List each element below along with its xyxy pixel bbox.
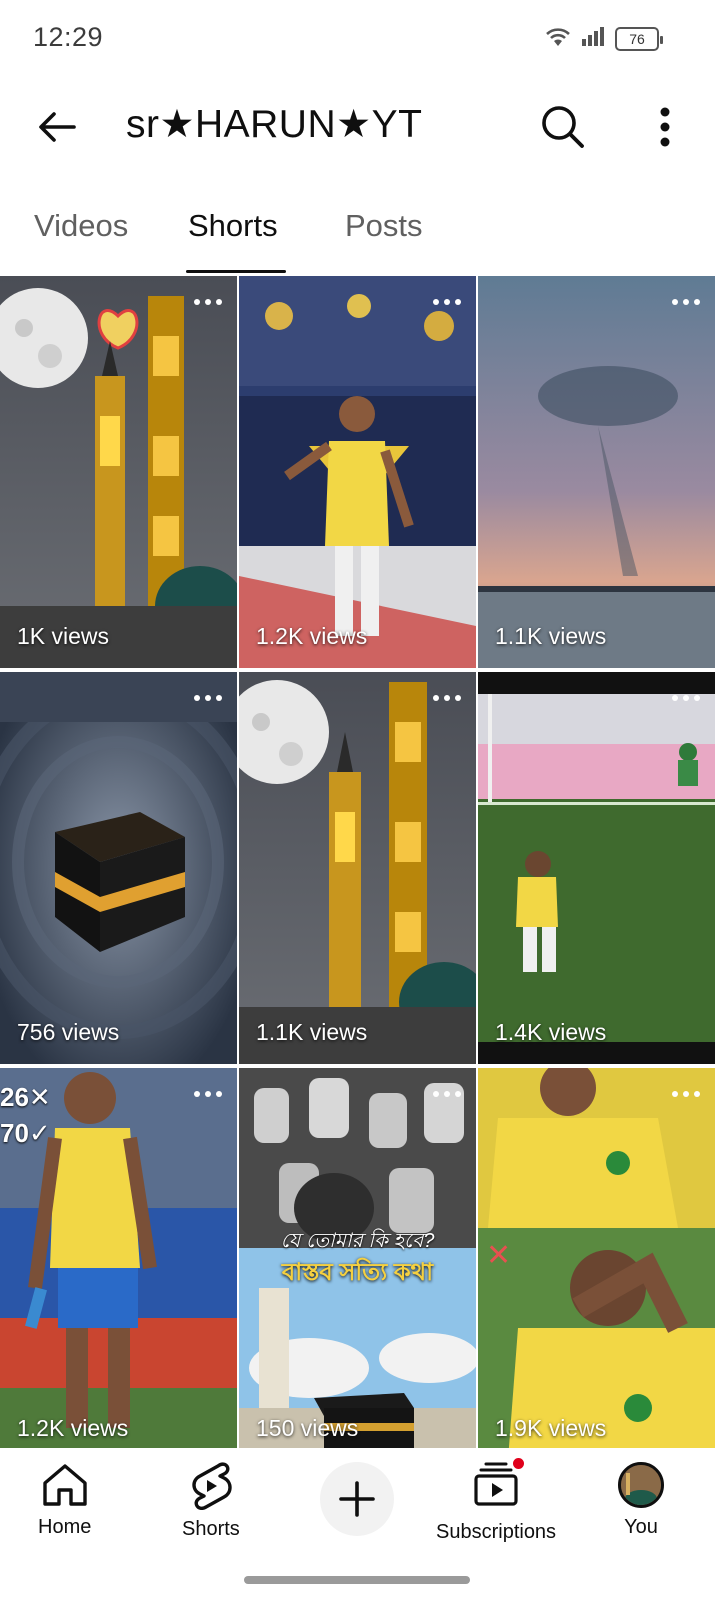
more-horizontal-icon[interactable] [430, 688, 464, 708]
view-count: 1K views [17, 623, 110, 649]
short-thumbnail[interactable]: 1.4K views [478, 672, 715, 1064]
view-count: 1.9K views [495, 1415, 607, 1441]
more-horizontal-icon[interactable] [669, 688, 703, 708]
nav-label: Shorts [182, 1518, 240, 1540]
close-icon: ✕ [486, 1239, 512, 1272]
wifi-icon [543, 24, 573, 53]
nav-label: Home [38, 1516, 92, 1538]
thumbnail-image [0, 276, 237, 668]
status-bar: 12:29 76 [0, 0, 715, 76]
avatar [618, 1462, 664, 1508]
thumbnail-image [239, 276, 476, 668]
create-button[interactable] [320, 1462, 394, 1536]
more-horizontal-icon[interactable] [191, 1084, 225, 1104]
nav-label: Subscriptions [436, 1521, 557, 1543]
more-options-button[interactable] [648, 104, 682, 150]
short-thumbnail[interactable]: 1.1K views [478, 276, 715, 668]
status-time: 12:29 [33, 22, 104, 52]
more-horizontal-icon[interactable] [430, 1084, 464, 1104]
battery-icon: 76 [615, 26, 663, 51]
battery-level: 76 [629, 30, 645, 47]
more-vertical-icon [660, 107, 670, 147]
thumbnail-image [478, 1068, 715, 1460]
more-horizontal-icon[interactable] [669, 292, 703, 312]
more-horizontal-icon[interactable] [669, 1084, 703, 1104]
channel-tabs: Videos Shorts Posts [0, 198, 715, 276]
bottom-navigation: Home Shorts Subscriptions You [0, 1448, 715, 1558]
search-button[interactable] [538, 102, 588, 152]
view-count: 1.4K views [495, 1019, 607, 1045]
subscriptions-icon-wrap [472, 1456, 527, 1513]
back-button[interactable] [34, 104, 80, 150]
plus-icon [339, 1481, 375, 1517]
view-count: 150 views [256, 1415, 359, 1441]
shorts-grid: 1K views 1.2K views 1.1K views 756 views… [0, 276, 715, 1460]
signal-icon [581, 25, 607, 52]
nav-label: You [624, 1516, 658, 1538]
home-indicator[interactable] [244, 1576, 470, 1584]
thumbnail-image [478, 276, 715, 668]
short-thumbnail[interactable]: ✕ 1.9K views [478, 1068, 715, 1460]
search-icon [542, 106, 584, 148]
channel-header: sr★HARUN★YT [0, 86, 715, 166]
view-count: 1.1K views [495, 623, 607, 649]
home-icon [42, 1464, 87, 1506]
overlay-text-line: 70✓ [0, 1118, 51, 1148]
nav-shorts[interactable]: Shorts [182, 1462, 240, 1541]
tab-posts[interactable]: Posts [345, 208, 423, 244]
more-horizontal-icon[interactable] [430, 292, 464, 312]
more-horizontal-icon[interactable] [191, 292, 225, 312]
view-count: 1.2K views [17, 1415, 129, 1441]
shorts-icon [192, 1462, 232, 1510]
short-thumbnail[interactable]: 26✕ 70✓ 1.2K views [0, 1068, 237, 1460]
status-icons: 76 [543, 24, 663, 53]
nav-you[interactable]: You [618, 1462, 664, 1539]
overlay-text-line: 26✕ [0, 1082, 51, 1112]
tab-videos[interactable]: Videos [34, 208, 128, 244]
thumbnail-image [0, 672, 237, 1064]
short-thumbnail[interactable]: 1.2K views [239, 276, 476, 668]
channel-title: sr★HARUN★YT [126, 103, 423, 146]
more-horizontal-icon[interactable] [191, 688, 225, 708]
view-count: 1.2K views [256, 623, 368, 649]
view-count: 1.1K views [256, 1019, 368, 1045]
thumbnail-image [239, 672, 476, 1064]
short-thumbnail[interactable]: 1K views [0, 276, 237, 668]
tab-shorts[interactable]: Shorts [188, 208, 278, 244]
short-thumbnail[interactable]: 1.1K views [239, 672, 476, 1064]
view-count: 756 views [17, 1019, 120, 1045]
active-tab-indicator [186, 270, 286, 273]
notification-badge [511, 1456, 527, 1471]
thumbnail-image [478, 672, 715, 1064]
nav-subscriptions[interactable]: Subscriptions [436, 1456, 557, 1544]
nav-home[interactable]: Home [38, 1462, 91, 1539]
arrow-left-icon [39, 112, 76, 142]
overlay-text-line: বাস্তব সত্যি কথা [281, 1259, 434, 1286]
short-thumbnail[interactable]: 756 views [0, 672, 237, 1064]
short-thumbnail[interactable]: যে তোমার কি হবে? বাস্তব সত্যি কথা 150 vi… [239, 1068, 476, 1460]
